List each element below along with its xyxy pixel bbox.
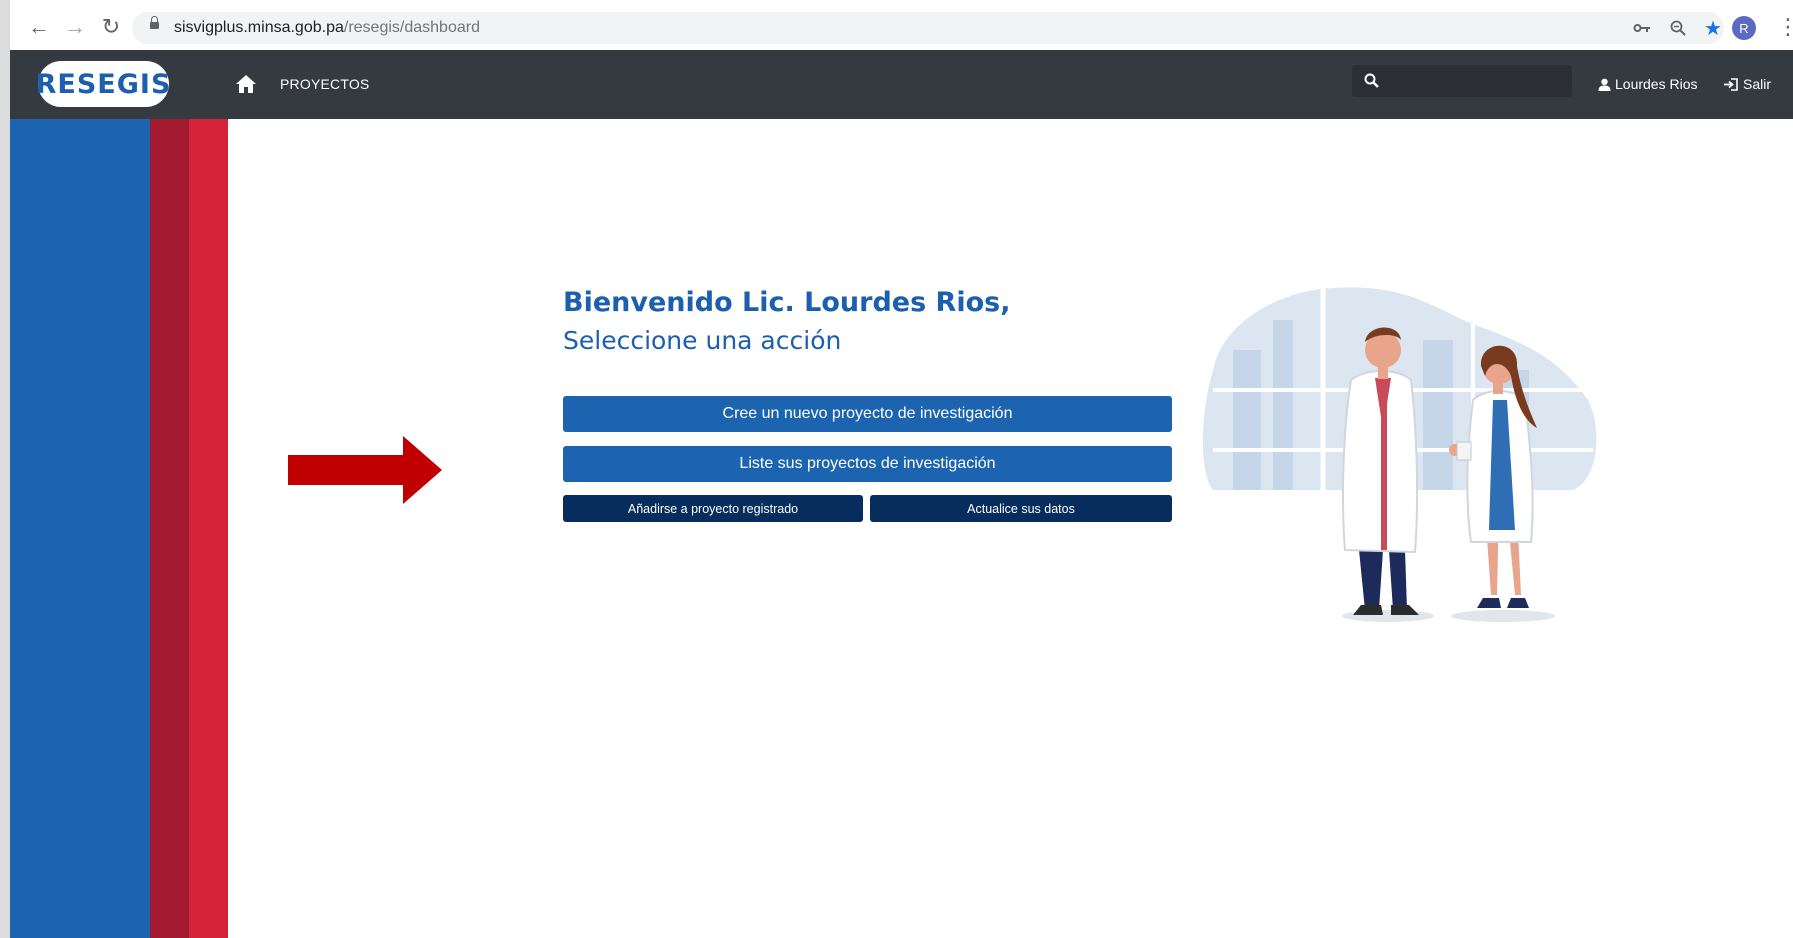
search-input[interactable] (1388, 65, 1572, 99)
profile-avatar[interactable]: R (1732, 16, 1756, 40)
logo-text: RESEGIS (35, 68, 172, 100)
update-data-button[interactable]: Actualice sus datos (870, 495, 1172, 522)
sidebar-stripe-blue (10, 119, 150, 938)
zoom-icon[interactable] (1666, 16, 1690, 40)
home-icon[interactable] (235, 74, 257, 94)
red-arrow-icon (288, 436, 442, 504)
url-text[interactable]: sisvigplus.minsa.gob.pa/resegis/dashboar… (174, 19, 480, 37)
welcome-title: Bienvenido Lic. Lourdes Rios, (563, 287, 1011, 318)
lock-icon[interactable] (150, 16, 159, 29)
nav-projects-link[interactable]: PROYECTOS (280, 76, 369, 92)
sidebar-stripe-red (189, 119, 228, 938)
menu-dots-icon[interactable]: ⋮ (1777, 14, 1793, 40)
doctors-illustration (1202, 287, 1597, 622)
browser-toolbar: ← → ↻ sisvigplus.minsa.gob.pa/resegis/da… (10, 0, 1793, 50)
star-icon[interactable]: ★ (1701, 16, 1725, 40)
browser-window: ← → ↻ sisvigplus.minsa.gob.pa/resegis/da… (10, 0, 1793, 938)
address-bar[interactable]: sisvigplus.minsa.gob.pa/resegis/dashboar… (132, 12, 1724, 44)
list-projects-button[interactable]: Liste sus proyectos de investigación (563, 446, 1172, 482)
forward-arrow-icon[interactable]: → (62, 14, 88, 40)
user-name: Lourdes Rios (1615, 76, 1698, 92)
create-project-button[interactable]: Cree un nuevo proyecto de investigación (563, 396, 1172, 432)
welcome-subtitle: Seleccione una acción (563, 326, 842, 355)
logout-label: Salir (1743, 76, 1772, 92)
back-arrow-icon[interactable]: ← (26, 14, 52, 40)
sidebar-stripe-dark-red (150, 119, 189, 938)
search-icon (1364, 73, 1379, 88)
resegis-logo[interactable]: RESEGIS (35, 61, 172, 107)
search-box (1352, 65, 1572, 99)
user-profile-link[interactable]: Lourdes Rios (1598, 76, 1698, 92)
user-icon (1598, 78, 1611, 91)
reload-icon[interactable]: ↻ (98, 14, 124, 40)
url-path: /resegis/dashboard (343, 19, 480, 36)
key-icon[interactable] (1630, 16, 1654, 40)
sign-in-icon (1724, 77, 1738, 91)
logout-link[interactable]: Salir (1723, 76, 1771, 92)
app-navbar: RESEGIS PROYECTOS Lourdes Rios Salir (10, 50, 1793, 119)
join-project-button[interactable]: Añadirse a proyecto registrado (563, 495, 863, 522)
url-host: sisvigplus.minsa.gob.pa (174, 19, 344, 36)
welcome-block: Bienvenido Lic. Lourdes Rios, Seleccione… (563, 284, 1203, 360)
